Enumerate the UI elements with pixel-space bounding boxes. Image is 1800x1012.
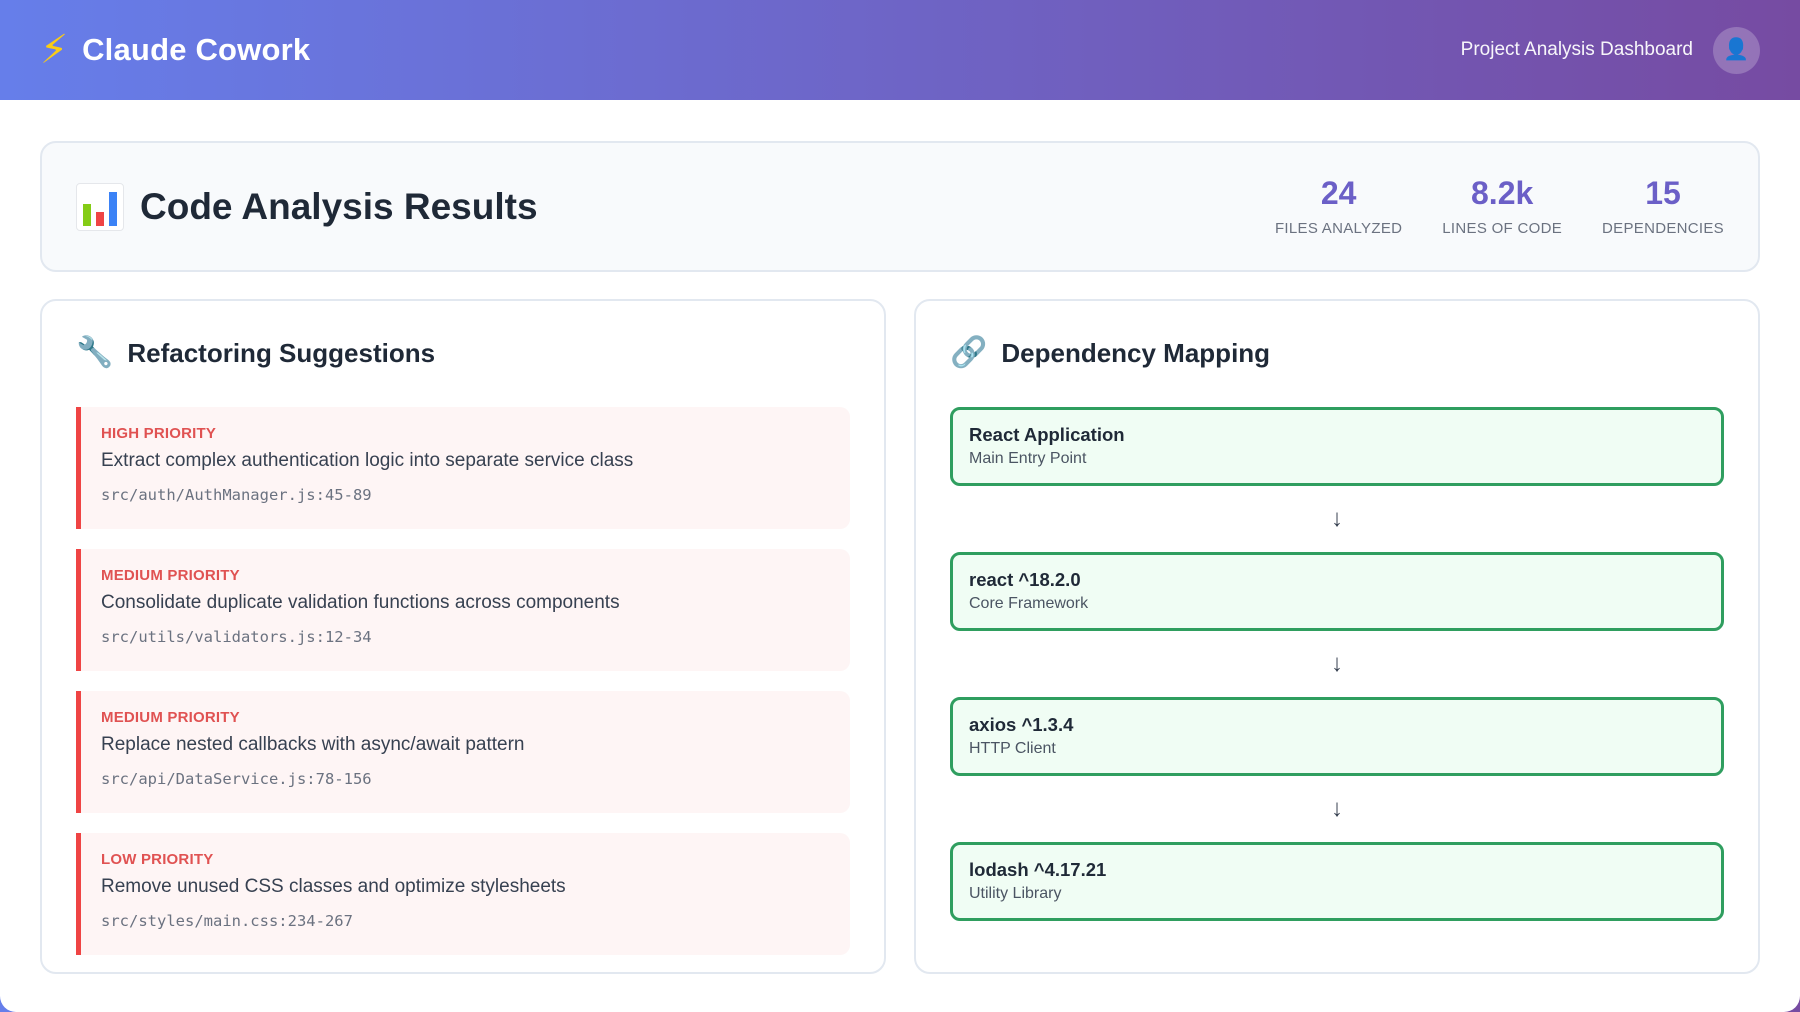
summary-title-wrap: Code Analysis Results	[76, 182, 538, 231]
dependency-description: HTTP Client	[969, 740, 1056, 757]
dependency-name: lodash ^4.17.21	[969, 859, 1107, 880]
suggestion-text: Consolidate duplicate validation functio…	[101, 592, 620, 613]
dependency-node[interactable]: React Application Main Entry Point	[950, 407, 1724, 486]
lightning-icon: ⚡	[40, 28, 69, 72]
arrow-down-icon: ↓	[1331, 505, 1343, 532]
user-icon: 👤	[1723, 38, 1750, 61]
suggestion-text: Extract complex authentication logic int…	[101, 450, 634, 471]
wrench-icon: 🔧	[76, 336, 114, 369]
avatar[interactable]: 👤	[1713, 26, 1760, 74]
dependency-name: react ^18.2.0	[969, 569, 1081, 590]
analysis-summary: Code Analysis Results 24 FILES ANALYZED …	[40, 141, 1760, 272]
dependency-name: axios ^1.3.4	[969, 714, 1074, 735]
arrow-down-icon: ↓	[1331, 650, 1343, 677]
stat-lines-of-code: 8.2k LINES OF CODE	[1442, 175, 1563, 237]
brand: ⚡ Claude Cowork	[40, 30, 310, 70]
stat-dependencies: 15 DEPENDENCIES	[1602, 175, 1724, 237]
priority-label: HIGH PRIORITY	[101, 425, 217, 442]
suggestion-card[interactable]: LOW PRIORITY Remove unused CSS classes a…	[76, 833, 850, 955]
dependency-node[interactable]: lodash ^4.17.21 Utility Library	[950, 842, 1724, 921]
link-icon: 🔗	[950, 336, 988, 369]
stat-value: 15	[1645, 175, 1681, 212]
panel-header: 🔧 Refactoring Suggestions	[76, 333, 850, 373]
panel-header: 🔗 Dependency Mapping	[950, 333, 1724, 373]
dependency-description: Utility Library	[969, 885, 1062, 902]
priority-label: LOW PRIORITY	[101, 851, 214, 868]
suggestion-card[interactable]: MEDIUM PRIORITY Replace nested callbacks…	[76, 691, 850, 813]
stat-value: 24	[1320, 175, 1357, 212]
header-subtitle: Project Analysis Dashboard	[1460, 39, 1693, 60]
file-reference[interactable]: src/styles/main.css:234-267	[101, 912, 830, 930]
dependency-description: Main Entry Point	[969, 450, 1087, 467]
app-header: ⚡ Claude Cowork Project Analysis Dashboa…	[0, 0, 1800, 100]
stat-label: LINES OF CODE	[1442, 219, 1563, 237]
dependency-description: Core Framework	[969, 595, 1089, 612]
header-right: Project Analysis Dashboard 👤	[1460, 26, 1760, 74]
dependency-panel: 🔗 Dependency Mapping React Application M…	[914, 299, 1760, 974]
page-title: Code Analysis Results	[140, 185, 538, 227]
file-reference[interactable]: src/utils/validators.js:12-34	[101, 628, 830, 646]
file-reference[interactable]: src/auth/AuthManager.js:45-89	[101, 486, 830, 504]
stat-value: 8.2k	[1471, 175, 1534, 212]
bar-chart-icon	[76, 182, 124, 231]
suggestion-text: Replace nested callbacks with async/awai…	[101, 734, 525, 755]
panel-title: Dependency Mapping	[1001, 337, 1271, 368]
stat-files-analyzed: 24 FILES ANALYZED	[1274, 175, 1403, 237]
refactoring-panel: 🔧 Refactoring Suggestions HIGH PRIORITY …	[40, 299, 886, 974]
dependency-node[interactable]: axios ^1.3.4 HTTP Client	[950, 697, 1724, 776]
priority-label: MEDIUM PRIORITY	[101, 709, 240, 726]
suggestion-card[interactable]: HIGH PRIORITY Extract complex authentica…	[76, 407, 850, 529]
app-title: Claude Cowork	[82, 32, 311, 67]
priority-label: MEDIUM PRIORITY	[101, 567, 240, 584]
file-reference[interactable]: src/api/DataService.js:78-156	[101, 770, 830, 788]
dependency-node[interactable]: react ^18.2.0 Core Framework	[950, 552, 1724, 631]
stat-label: FILES ANALYZED	[1274, 219, 1403, 237]
main-content: Code Analysis Results 24 FILES ANALYZED …	[0, 100, 1800, 1012]
panel-title: Refactoring Suggestions	[127, 337, 436, 368]
arrow-down-icon: ↓	[1331, 795, 1343, 822]
panels: 🔧 Refactoring Suggestions HIGH PRIORITY …	[40, 299, 1760, 974]
suggestion-text: Remove unused CSS classes and optimize s…	[101, 876, 566, 897]
stats: 24 FILES ANALYZED 8.2k LINES OF CODE 15 …	[1274, 175, 1724, 237]
dependency-name: React Application	[969, 424, 1125, 445]
stat-label: DEPENDENCIES	[1602, 219, 1724, 237]
suggestion-card[interactable]: MEDIUM PRIORITY Consolidate duplicate va…	[76, 549, 850, 671]
